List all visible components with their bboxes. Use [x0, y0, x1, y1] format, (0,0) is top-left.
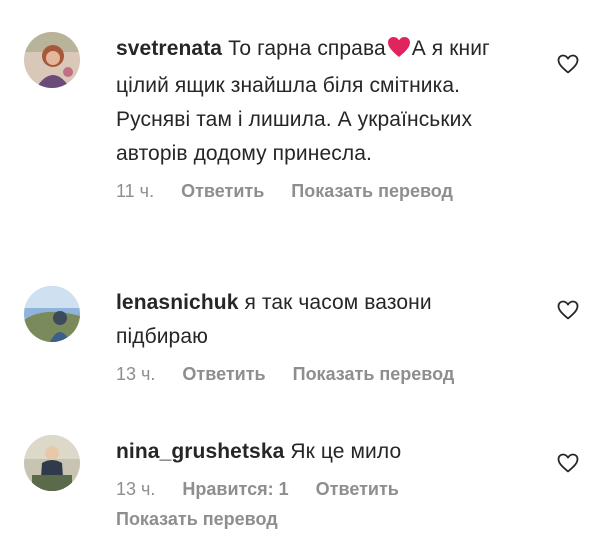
comment-text: svetrenata То гарна справа А я книг цілий … [116, 32, 516, 171]
comment-text-part: То гарна справа [228, 37, 386, 60]
comment-meta: 13 ч. Ответить Показать перевод [116, 360, 516, 388]
comment-time: 13 ч. [116, 364, 156, 384]
comment-body: lenasnichuk я так часом вазони підбираю 1… [116, 286, 516, 388]
show-translation-button[interactable]: Показать перевод [116, 509, 278, 529]
likes-count-button[interactable]: Нравится: 1 [182, 479, 288, 499]
comment-username[interactable]: svetrenata [116, 37, 222, 60]
reply-button[interactable]: Ответить [181, 181, 264, 201]
comment-time: 13 ч. [116, 479, 156, 499]
comment-meta: 13 ч. Нравится: 1 Ответить [116, 475, 516, 503]
avatar[interactable] [24, 286, 80, 342]
show-translation-button[interactable]: Показать перевод [291, 181, 453, 201]
heart-outline-icon[interactable] [556, 451, 580, 475]
heart-outline-icon[interactable] [556, 52, 580, 76]
reply-button[interactable]: Ответить [316, 479, 399, 499]
comment-text: lenasnichuk я так часом вазони підбираю [116, 286, 516, 354]
comment-body: svetrenata То гарна справа А я книг цілий … [116, 32, 516, 205]
heart-outline-icon[interactable] [556, 298, 580, 322]
comment-time: 11 ч. [116, 181, 155, 201]
comment-body: nina_grushetska Як це мило 13 ч. Нравится… [116, 435, 516, 533]
comment-meta: Показать перевод [116, 505, 516, 533]
comment-text: nina_grushetska Як це мило [116, 435, 516, 469]
avatar[interactable] [24, 435, 80, 491]
comment-username[interactable]: nina_grushetska [116, 440, 284, 463]
show-translation-button[interactable]: Показать перевод [293, 364, 455, 384]
red-heart-emoji-icon [387, 35, 411, 69]
comment-meta: 11 ч. Ответить Показать перевод [116, 177, 516, 205]
comment-text-part: Як це мило [290, 440, 402, 463]
comment-username[interactable]: lenasnichuk [116, 291, 238, 314]
reply-button[interactable]: Ответить [182, 364, 265, 384]
avatar[interactable] [24, 32, 80, 88]
